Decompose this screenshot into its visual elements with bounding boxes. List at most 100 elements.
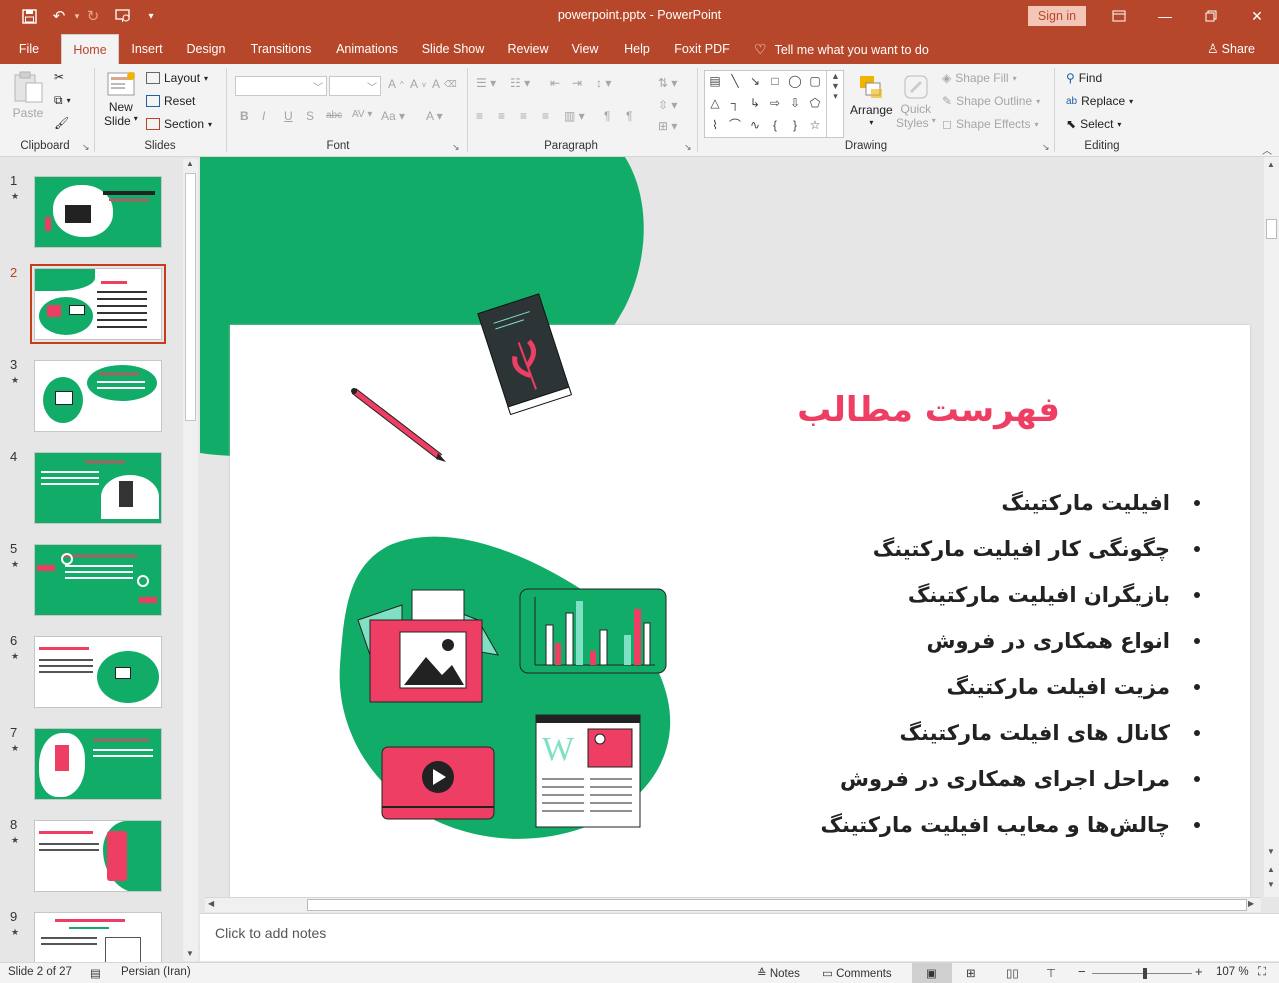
numbering-icon[interactable]: ☷ ▾ xyxy=(510,76,530,90)
tab-transitions[interactable]: Transitions xyxy=(246,34,316,64)
brace-right-shape-icon[interactable]: } xyxy=(788,118,802,132)
shape-fill-button[interactable]: ◈ Shape Fill ▾ xyxy=(942,71,1017,85)
share-button[interactable]: ♙ Share xyxy=(1207,34,1255,64)
zoom-out-icon[interactable]: − xyxy=(1078,964,1086,979)
slideshow-view-icon[interactable]: ⊤ xyxy=(1046,966,1056,980)
connector-shape-icon[interactable]: ┐ xyxy=(728,96,742,110)
quick-styles-button[interactable]: Quick Styles ▾ xyxy=(896,72,936,130)
collapse-ribbon-icon[interactable]: ︿ xyxy=(1262,142,1272,157)
slide-thumbnail-3[interactable] xyxy=(34,360,162,432)
align-right-icon[interactable]: ≡ xyxy=(520,109,527,123)
slide-thumbnail-7[interactable] xyxy=(34,728,162,800)
bullet-list[interactable]: افیلیت مارکتینگ چگونگی کار افیلیت مارکتی… xyxy=(700,480,1200,848)
slide-thumbnail-9[interactable] xyxy=(34,912,162,962)
format-painter-icon[interactable]: 🖌 xyxy=(54,116,69,130)
decrease-indent-icon[interactable]: ⇤ xyxy=(550,76,560,90)
language-indicator[interactable]: Persian (Iran) xyxy=(121,966,191,978)
brace-left-shape-icon[interactable]: { xyxy=(768,118,782,132)
font-launcher-icon[interactable]: ↘ xyxy=(452,142,460,153)
restore-icon[interactable] xyxy=(1198,5,1224,27)
next-slide-icon[interactable]: ▼ xyxy=(1267,880,1275,889)
triangle-shape-icon[interactable]: △ xyxy=(708,96,722,110)
tab-insert[interactable]: Insert xyxy=(126,34,168,64)
rounded-rect-shape-icon[interactable]: ▢ xyxy=(808,74,822,88)
down-arrow-shape-icon[interactable]: ⇩ xyxy=(788,96,802,110)
arrange-button[interactable]: Arrange ▾ xyxy=(850,72,893,127)
align-text-icon[interactable]: ⇳ ▾ xyxy=(658,98,677,112)
editor-horizontal-scrollbar[interactable]: ◀ ▶ xyxy=(205,897,1261,912)
increase-font-icon[interactable]: A ^ xyxy=(388,77,404,91)
slide-thumbnail-8[interactable] xyxy=(34,820,162,892)
zoom-slider-handle[interactable] xyxy=(1143,968,1147,979)
tell-me-search[interactable]: ♡ Tell me what you want to do xyxy=(754,34,929,64)
shapes-gallery[interactable]: ▤ ╲ ↘ □ ◯ ▢ △ ┐ ↳ ⇨ ⇩ ⬠ ⌇ ⌒ ∿ { } ☆ ▲ ▼ ▾ xyxy=(704,70,844,138)
rectangle-shape-icon[interactable]: □ xyxy=(768,74,782,88)
ribbon-display-options-icon[interactable] xyxy=(1106,5,1132,27)
scroll-up-icon[interactable]: ▲ xyxy=(186,159,194,168)
font-color-icon[interactable]: A ▾ xyxy=(426,109,443,123)
decrease-font-icon[interactable]: Av xyxy=(410,77,426,91)
tab-foxit-pdf[interactable]: Foxit PDF xyxy=(671,34,733,64)
replace-button[interactable]: ab Replace ▾ xyxy=(1066,94,1133,108)
line-shape-icon[interactable]: ╲ xyxy=(728,74,742,88)
text-direction-ltr-icon[interactable]: ¶ xyxy=(604,109,610,123)
thumbnails-scroll-thumb[interactable] xyxy=(185,173,196,421)
tab-help[interactable]: Help xyxy=(618,34,656,64)
notes-toggle[interactable]: ≙ Notes xyxy=(757,966,800,980)
arc-shape-icon[interactable]: ⌒ xyxy=(728,118,742,132)
zoom-in-icon[interactable]: + xyxy=(1195,964,1203,979)
slide-thumbnail-5[interactable] xyxy=(34,544,162,616)
shape-effects-button[interactable]: ◻ Shape Effects ▾ xyxy=(942,117,1038,131)
paragraph-launcher-icon[interactable]: ↘ xyxy=(684,142,692,153)
strikethrough-icon[interactable]: abc xyxy=(326,110,342,121)
drawing-launcher-icon[interactable]: ↘ xyxy=(1042,142,1050,153)
fit-to-window-icon[interactable]: ⛶ xyxy=(1258,966,1266,979)
scroll-left-icon[interactable]: ◀ xyxy=(208,899,214,908)
spell-check-icon[interactable]: ▤ xyxy=(90,966,101,980)
previous-slide-icon[interactable]: ▲ xyxy=(1267,865,1275,874)
section-button[interactable]: Section ▾ xyxy=(146,117,212,131)
tab-design[interactable]: Design xyxy=(182,34,230,64)
cut-icon[interactable]: ✂ xyxy=(54,70,64,84)
close-icon[interactable]: ✕ xyxy=(1244,5,1270,27)
horizontal-scroll-thumb[interactable] xyxy=(307,899,1247,911)
select-button[interactable]: ⬉ Select ▾ xyxy=(1066,117,1121,131)
layout-button[interactable]: Layout ▾ xyxy=(146,71,208,85)
change-case-icon[interactable]: Aa ▾ xyxy=(381,109,405,123)
copy-icon[interactable]: ⧉ ▾ xyxy=(54,93,71,108)
underline-icon[interactable]: U xyxy=(284,109,293,123)
curve-shape-icon[interactable]: ∿ xyxy=(748,118,762,132)
star-shape-icon[interactable]: ☆ xyxy=(808,118,822,132)
reset-button[interactable]: Reset xyxy=(146,94,195,108)
scroll-up-icon[interactable]: ▲ xyxy=(1267,160,1275,169)
slide-title[interactable]: فهرست مطالب xyxy=(700,390,1060,430)
shadow-icon[interactable]: S xyxy=(306,109,314,123)
editor-scroll-thumb[interactable] xyxy=(1266,219,1277,239)
slide-thumbnail-4[interactable] xyxy=(34,452,162,524)
scroll-right-icon[interactable]: ▶ xyxy=(1248,899,1254,908)
bold-icon[interactable]: B xyxy=(240,109,249,123)
align-left-icon[interactable]: ≡ xyxy=(476,109,483,123)
align-center-icon[interactable]: ≡ xyxy=(498,109,505,123)
smartart-icon[interactable]: ⊞ ▾ xyxy=(658,119,677,133)
font-size-dropdown[interactable]: ﹀ xyxy=(329,76,381,96)
reading-view-icon[interactable]: ▯▯ xyxy=(1006,966,1019,980)
tab-animations[interactable]: Animations xyxy=(331,34,403,64)
comments-toggle[interactable]: ▭ Comments xyxy=(822,966,892,980)
tab-slide-show[interactable]: Slide Show xyxy=(418,34,488,64)
slide-thumbnail-1[interactable] xyxy=(34,176,162,248)
justify-icon[interactable]: ≡ xyxy=(542,109,549,123)
pentagon-shape-icon[interactable]: ⬠ xyxy=(808,96,822,110)
scroll-down-icon[interactable]: ▼ xyxy=(186,949,194,958)
shapes-more-icon[interactable]: ▲ ▼ ▾ xyxy=(826,71,844,137)
textbox-shape-icon[interactable]: ▤ xyxy=(708,74,722,88)
slide-thumbnail-6[interactable] xyxy=(34,636,162,708)
italic-icon[interactable]: I xyxy=(262,109,265,123)
increase-indent-icon[interactable]: ⇥ xyxy=(572,76,582,90)
notes-pane[interactable]: Click to add notes xyxy=(200,913,1279,961)
callout-shape-icon[interactable]: ⌇ xyxy=(708,118,722,132)
elbow-arrow-shape-icon[interactable]: ↳ xyxy=(748,96,762,110)
columns-icon[interactable]: ▥ ▾ xyxy=(564,109,585,123)
tab-review[interactable]: Review xyxy=(503,34,553,64)
new-slide-button[interactable]: New Slide ▾ xyxy=(104,70,138,128)
